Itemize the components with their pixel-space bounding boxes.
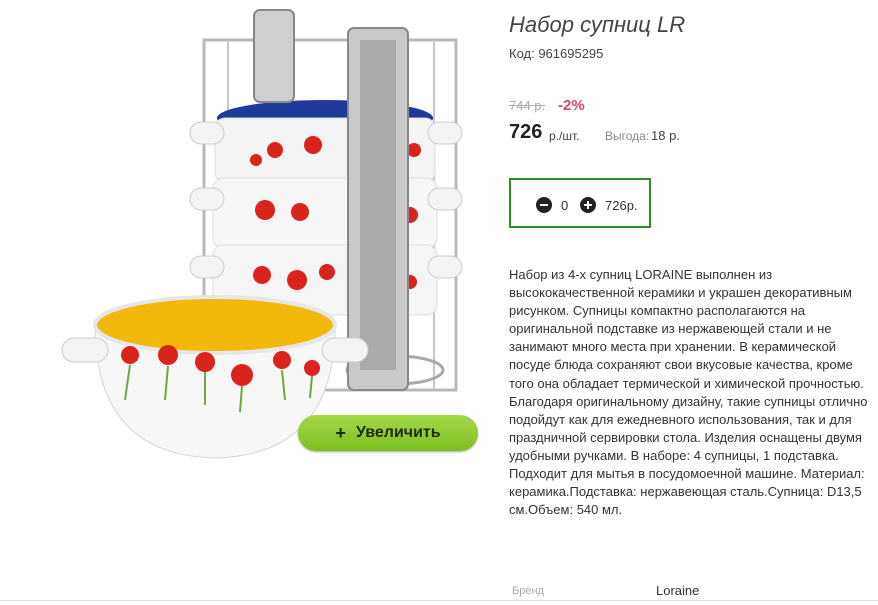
brand-value: Loraine xyxy=(656,583,700,598)
old-price: 744 р. xyxy=(509,98,546,113)
product-code: Код: 961695295 xyxy=(509,46,604,61)
quantity-value: 0 xyxy=(561,198,569,213)
divider xyxy=(0,600,878,601)
zoom-button[interactable]: + Увеличить xyxy=(298,415,478,451)
current-price: 726 xyxy=(509,121,543,143)
product-image[interactable] xyxy=(0,0,492,470)
product-description: Набор из 4-х супниц LORAINE выполнен из … xyxy=(509,267,868,518)
plus-circle-icon[interactable] xyxy=(580,197,596,213)
product-title: Набор супниц LR xyxy=(509,12,686,37)
savings-value: 18 р. xyxy=(651,128,680,143)
price-unit: р./шт. xyxy=(549,129,580,143)
savings-label: Выгода: xyxy=(605,129,650,143)
quantity-stepper: 0 726р. xyxy=(509,178,651,228)
zoom-button-label: Увеличить xyxy=(355,424,441,441)
brand-label: Бренд xyxy=(512,585,544,597)
quantity-total: 726р. xyxy=(605,198,638,213)
product-photo-illustration xyxy=(61,9,463,459)
plus-icon: + xyxy=(335,422,346,443)
minus-icon[interactable] xyxy=(536,197,552,213)
discount-badge: -2% xyxy=(558,97,585,114)
